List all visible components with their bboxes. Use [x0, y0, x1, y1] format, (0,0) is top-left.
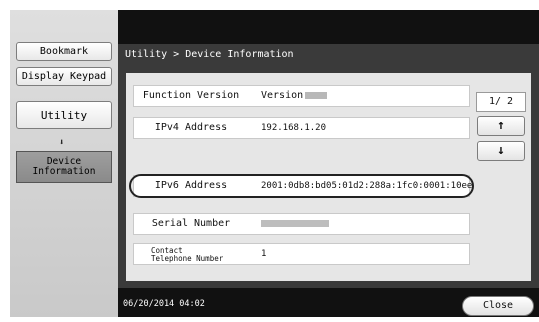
arrow-down-icon: ↓ — [497, 143, 505, 158]
function-version-value: Version — [261, 86, 328, 106]
page-indicator: 1/ 2 — [476, 92, 526, 112]
serial-number-label: Serial Number — [151, 218, 231, 229]
highlight-outline — [129, 174, 474, 198]
close-button[interactable]: Close — [462, 296, 534, 316]
info-content: Function Version Version IPv4 Address 19… — [126, 73, 531, 281]
page-up-button[interactable]: ↑ — [477, 116, 525, 136]
function-version-label: Function Version — [142, 90, 240, 101]
display-keypad-button[interactable]: Display Keypad — [16, 67, 112, 86]
ipv4-row: IPv4 Address 192.168.1.20 — [133, 117, 470, 139]
left-sidebar: Bookmark Display Keypad Utility ⬇ Device… — [10, 10, 118, 317]
contact-phone-label: Contact Telephone Number — [151, 246, 224, 263]
arrow-down-icon: ⬇ — [59, 138, 65, 148]
device-information-button[interactable]: Device Information — [16, 151, 112, 183]
bookmark-button[interactable]: Bookmark — [16, 42, 112, 61]
serial-number-value — [261, 214, 329, 234]
utility-button[interactable]: Utility — [16, 101, 112, 129]
redacted-block — [305, 91, 328, 99]
status-bar: 06/20/2014 04:02 Close — [118, 288, 539, 317]
function-version-row: Function Version Version — [133, 85, 470, 107]
serial-number-row: Serial Number — [133, 213, 470, 235]
breadcrumb: Utility > Device Information — [125, 49, 294, 60]
redacted-block — [261, 220, 329, 227]
arrow-up-icon: ↑ — [497, 118, 505, 133]
date-time: 06/20/2014 04:02 — [123, 299, 205, 309]
page-down-button[interactable]: ↓ — [477, 141, 525, 161]
contact-phone-value: 1 — [261, 249, 267, 259]
contact-phone-row: Contact Telephone Number 1 — [133, 243, 470, 265]
ipv4-label: IPv4 Address — [154, 122, 228, 133]
ipv4-value: 192.168.1.20 — [261, 123, 327, 133]
device-information-screen: Bookmark Display Keypad Utility ⬇ Device… — [0, 0, 539, 322]
main-panel: Utility > Device Information Function Ve… — [118, 44, 539, 288]
top-band — [118, 10, 539, 44]
